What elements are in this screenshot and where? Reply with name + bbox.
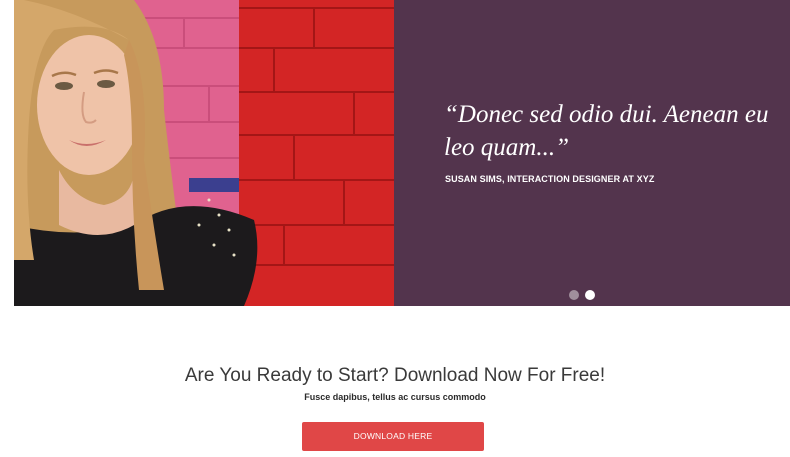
download-cta-section: Are You Ready to Start? Download Now For… xyxy=(0,306,790,457)
download-button[interactable]: DOWNLOAD HERE xyxy=(302,422,484,451)
slider-dot-1[interactable] xyxy=(569,290,579,300)
testimonial-slider: “Donec sed odio dui. Aenean eu leo quam.… xyxy=(0,0,790,306)
page: “Donec sed odio dui. Aenean eu leo quam.… xyxy=(0,0,790,457)
testimonial-quote: “Donec sed odio dui. Aenean eu leo quam.… xyxy=(444,101,769,161)
cta-subtitle: Fusce dapibus, tellus ac cursus commodo xyxy=(304,392,486,402)
slider-pagination xyxy=(569,290,595,300)
cta-title: Are You Ready to Start? Download Now For… xyxy=(184,365,606,386)
left-edge-strip xyxy=(0,0,14,306)
testimonial-author: SUSAN SIMS, INTERACTION DESIGNER AT XYZ xyxy=(445,174,655,184)
testimonial-photo xyxy=(14,0,394,306)
slider-dot-2[interactable] xyxy=(585,290,595,300)
